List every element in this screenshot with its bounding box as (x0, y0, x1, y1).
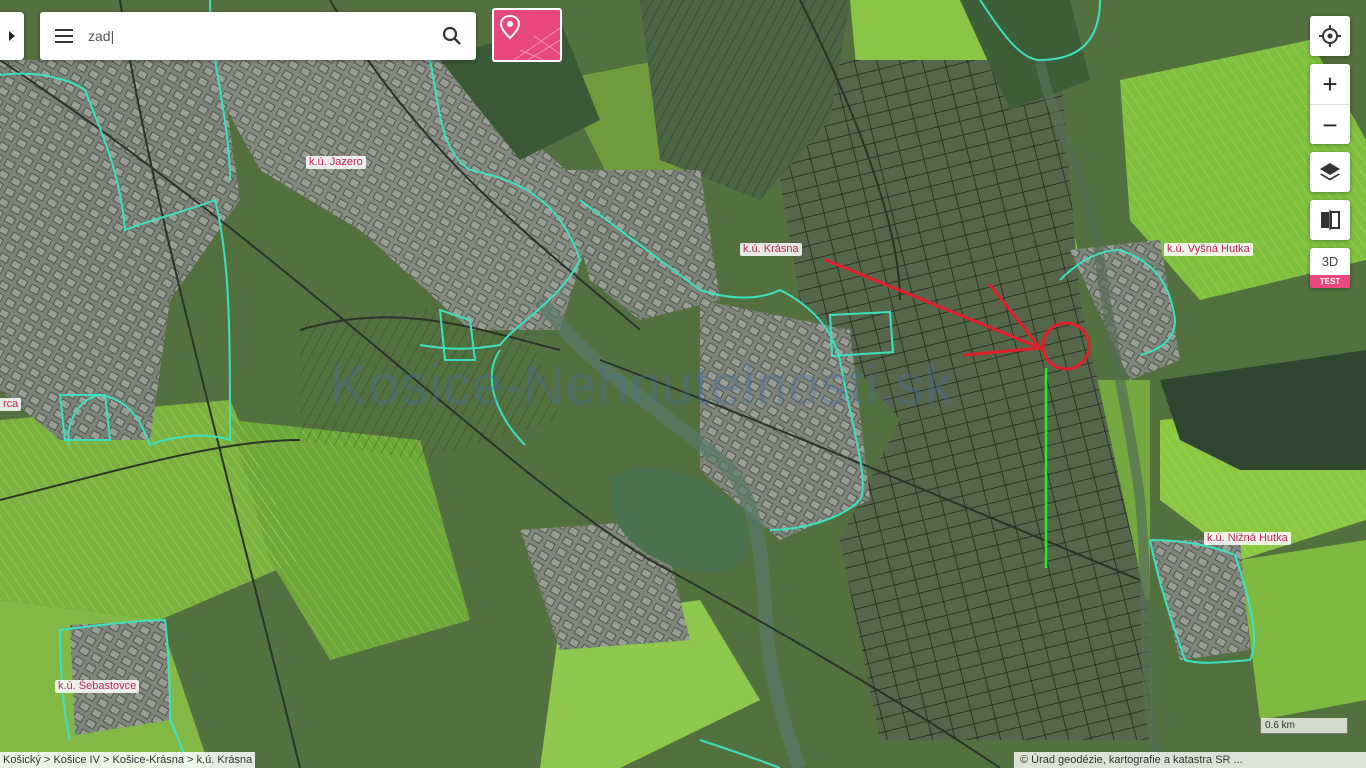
breadcrumb-district[interactable]: Košice IV (53, 754, 99, 766)
breadcrumb: Košický > Košice IV > Košice-Krásna > k.… (0, 752, 256, 768)
view-3d-label: 3D (1321, 254, 1339, 269)
search-input[interactable] (88, 16, 428, 56)
place-label-jazero: k.ú. Jazero (306, 156, 366, 169)
breadcrumb-municipality[interactable]: Košice-Krásna (113, 754, 185, 766)
view-3d-button[interactable]: 3D TEST (1310, 248, 1350, 288)
menu-button[interactable] (40, 12, 88, 60)
place-label-vysna-hutka: k.ú. Vyšná Hutka (1164, 243, 1253, 256)
zoom-in-button[interactable]: + (1310, 64, 1350, 104)
search-icon (442, 26, 461, 45)
map-pin-icon (499, 14, 560, 60)
place-label-sebastovce: k.ú. Šebastovce (55, 680, 140, 693)
split-view-icon (1321, 210, 1340, 230)
watermark-text: Kosice-Nehnutelnosti.sk (330, 353, 954, 416)
place-label-krasna: k.ú. Krásna (740, 243, 802, 256)
search-button[interactable] (428, 12, 476, 60)
search-bar (40, 12, 476, 60)
breadcrumb-cadastral-area[interactable]: k.ú. Krásna (197, 754, 253, 766)
zoom-controls: + − (1310, 64, 1350, 144)
place-label-cut: rca (0, 398, 22, 411)
view-3d-test-badge: TEST (1310, 275, 1350, 288)
zoom-out-button[interactable]: − (1310, 104, 1350, 144)
crosshair-icon (1319, 25, 1341, 47)
caret-right-icon (9, 31, 15, 41)
app-logo-button[interactable] (492, 8, 562, 62)
hamburger-menu-icon (55, 29, 73, 43)
place-label-nizna-hutka: k.ú. Nižná Hutka (1204, 532, 1291, 545)
panel-toggle-button[interactable] (0, 12, 24, 60)
attribution-text[interactable]: © Úrad geodézie, kartografie a katastra … (1014, 752, 1366, 768)
breadcrumb-region[interactable]: Košický (3, 754, 41, 766)
layers-button[interactable] (1310, 152, 1350, 192)
locate-button[interactable] (1310, 16, 1350, 56)
scale-bar: 0.6 km (1260, 718, 1348, 734)
layers-icon (1320, 163, 1340, 181)
compare-button[interactable] (1310, 200, 1350, 240)
